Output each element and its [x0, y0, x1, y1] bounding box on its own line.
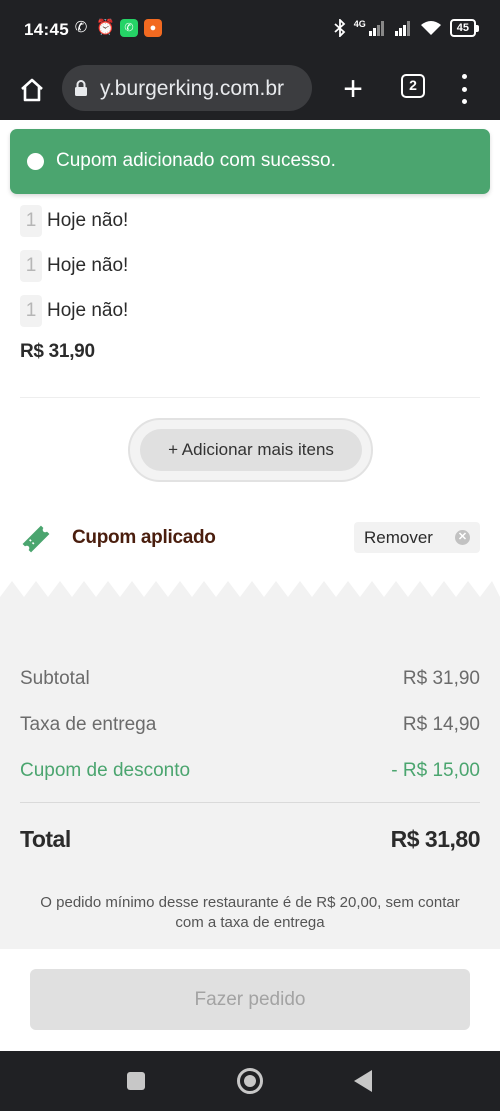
- home-icon: [21, 78, 43, 102]
- status-system-icons: 4G 45: [334, 19, 480, 37]
- delivery-fee-label: Taxa de entrega: [20, 714, 157, 735]
- missed-call-icon: ✆: [74, 19, 88, 36]
- home-nav-icon[interactable]: [237, 1068, 263, 1094]
- item-name: Hoje não!: [47, 210, 129, 231]
- url-text: y.burgerking.com.br: [100, 77, 285, 100]
- home-button[interactable]: [14, 70, 50, 110]
- status-bar: 14:45 ✆ ⏰ ✆ ● 4G 45: [0, 0, 500, 60]
- divider: [20, 802, 480, 803]
- wifi-icon: [420, 21, 441, 35]
- place-order-button[interactable]: Fazer pedido: [30, 969, 470, 1030]
- signal-icon-2: [394, 21, 410, 36]
- discount-label: Cupom de desconto: [20, 760, 191, 781]
- network-type: 4G: [353, 19, 366, 29]
- system-navbar: [0, 1051, 500, 1111]
- new-tab-button[interactable]: +: [336, 70, 370, 110]
- order-summary: Subtotal R$ 31,90 Taxa de entrega R$ 14,…: [0, 573, 500, 949]
- new-tab-icon: +: [343, 70, 363, 108]
- checkout-page: Cupom adicionado com sucesso. 1 Hoje não…: [0, 120, 500, 1051]
- tabs-button[interactable]: 2: [401, 74, 425, 98]
- subtotal-label: Subtotal: [20, 668, 90, 689]
- item-name: Hoje não!: [47, 300, 129, 321]
- remove-label: Remover: [364, 528, 433, 547]
- battery-icon: 45: [449, 19, 480, 37]
- add-more-items-button[interactable]: + Adicionar mais itens: [140, 429, 362, 471]
- back-icon[interactable]: [354, 1070, 372, 1092]
- total-label: Total: [20, 826, 71, 852]
- total-value: R$ 31,80: [390, 826, 481, 852]
- item-price: R$ 31,90: [20, 341, 95, 362]
- whatsapp-icon: ✆: [120, 19, 138, 37]
- bluetooth-icon: [334, 19, 346, 37]
- ticket-icon: [22, 525, 50, 553]
- remove-coupon-button[interactable]: Remover ✕: [354, 522, 480, 553]
- item-name: Hoje não!: [47, 255, 129, 276]
- status-notification-icons: ✆ ⏰ ✆ ●: [72, 19, 162, 37]
- close-icon: ✕: [455, 530, 470, 545]
- divider: [20, 397, 480, 398]
- lock-icon: [75, 80, 87, 96]
- coupon-applied-label: Cupom aplicado: [72, 527, 216, 548]
- status-time: 14:45: [24, 20, 69, 39]
- address-bar[interactable]: y.burgerking.com.br: [62, 65, 312, 111]
- subtotal-value: R$ 31,90: [402, 668, 480, 689]
- alarm-icon: ⏰: [96, 19, 115, 36]
- item-quantity: 1: [20, 295, 42, 327]
- app-notification-icon: ●: [144, 19, 162, 37]
- recents-icon[interactable]: [127, 1072, 145, 1090]
- add-more-container: + Adicionar mais itens: [128, 418, 373, 482]
- check-circle-icon: [27, 153, 44, 170]
- minimum-order-note: O pedido mínimo desse restaurante é de R…: [40, 894, 460, 931]
- item-quantity: 1: [20, 205, 42, 237]
- item-quantity: 1: [20, 250, 42, 282]
- cart-item: 1 Hoje não!: [20, 249, 128, 283]
- browser-toolbar: y.burgerking.com.br + 2: [0, 60, 500, 120]
- cart-item: 1 Hoje não!: [20, 204, 128, 238]
- success-toast: Cupom adicionado com sucesso.: [10, 129, 490, 194]
- discount-value: - R$ 15,00: [391, 760, 480, 781]
- cart-item: 1 Hoje não!: [20, 294, 128, 328]
- delivery-fee-value: R$ 14,90: [402, 714, 480, 735]
- menu-button[interactable]: [456, 72, 472, 106]
- toast-message: Cupom adicionado com sucesso.: [56, 150, 336, 171]
- signal-icon: [368, 21, 384, 36]
